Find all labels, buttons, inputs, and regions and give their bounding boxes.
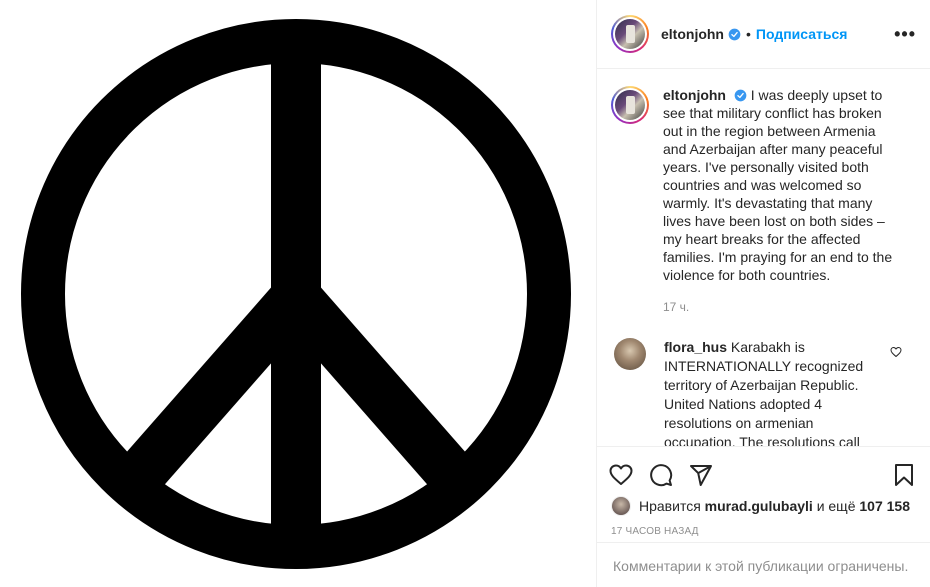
likes-summary: Нравится murad.gulubayli и ещё 107 158 — [597, 496, 930, 516]
liker-username[interactable]: murad.gulubayli — [705, 498, 813, 514]
likes-and-more: и ещё — [816, 498, 856, 514]
liker-avatar[interactable] — [611, 496, 631, 516]
comment-text: Karabakh is INTERNATIONALLY recognized t… — [664, 339, 864, 446]
post-sidebar: eltonjohn • Подписаться ••• eltonjohn I … — [597, 0, 930, 587]
share-icon[interactable] — [689, 463, 713, 487]
more-options-icon[interactable]: ••• — [894, 24, 916, 45]
verified-badge-icon — [728, 28, 741, 40]
likes-prefix: Нравится — [639, 498, 701, 514]
instagram-post: eltonjohn • Подписаться ••• eltonjohn I … — [0, 0, 930, 587]
post-actions: Нравится murad.gulubayli и ещё 107 158 1… — [597, 446, 930, 587]
author-avatar[interactable] — [611, 15, 649, 53]
verified-badge-icon — [734, 89, 747, 102]
comment-icon[interactable] — [649, 463, 673, 487]
post-time-ago[interactable]: 17 ЧАСОВ НАЗАД — [597, 526, 930, 537]
caption: eltonjohn I was deeply upset to see that… — [611, 86, 916, 284]
commenter-username[interactable]: flora_hus — [664, 339, 727, 355]
comment-item: flora_hus Karabakh is INTERNATIONALLY re… — [611, 338, 916, 446]
post-image[interactable] — [0, 0, 597, 587]
header-separator: • — [746, 26, 751, 42]
post-header: eltonjohn • Подписаться ••• — [597, 0, 930, 69]
caption-avatar[interactable] — [611, 86, 649, 124]
peace-symbol-image — [21, 19, 571, 569]
comments-section[interactable]: eltonjohn I was deeply upset to see that… — [597, 70, 930, 446]
heart-icon[interactable] — [609, 463, 633, 487]
caption-text: I was deeply upset to see that military … — [663, 87, 893, 283]
commenter-avatar[interactable] — [614, 338, 646, 370]
likes-count[interactable]: 107 158 — [859, 498, 910, 514]
comment-like-icon[interactable] — [890, 346, 902, 358]
caption-username[interactable]: eltonjohn — [663, 87, 726, 103]
comments-closed-notice: Комментарии к этой публикации ограничены… — [597, 542, 930, 587]
follow-button[interactable]: Подписаться — [756, 26, 848, 42]
caption-timestamp[interactable]: 17 ч. — [663, 300, 916, 314]
author-username[interactable]: eltonjohn — [661, 26, 724, 42]
bookmark-icon[interactable] — [892, 463, 916, 487]
